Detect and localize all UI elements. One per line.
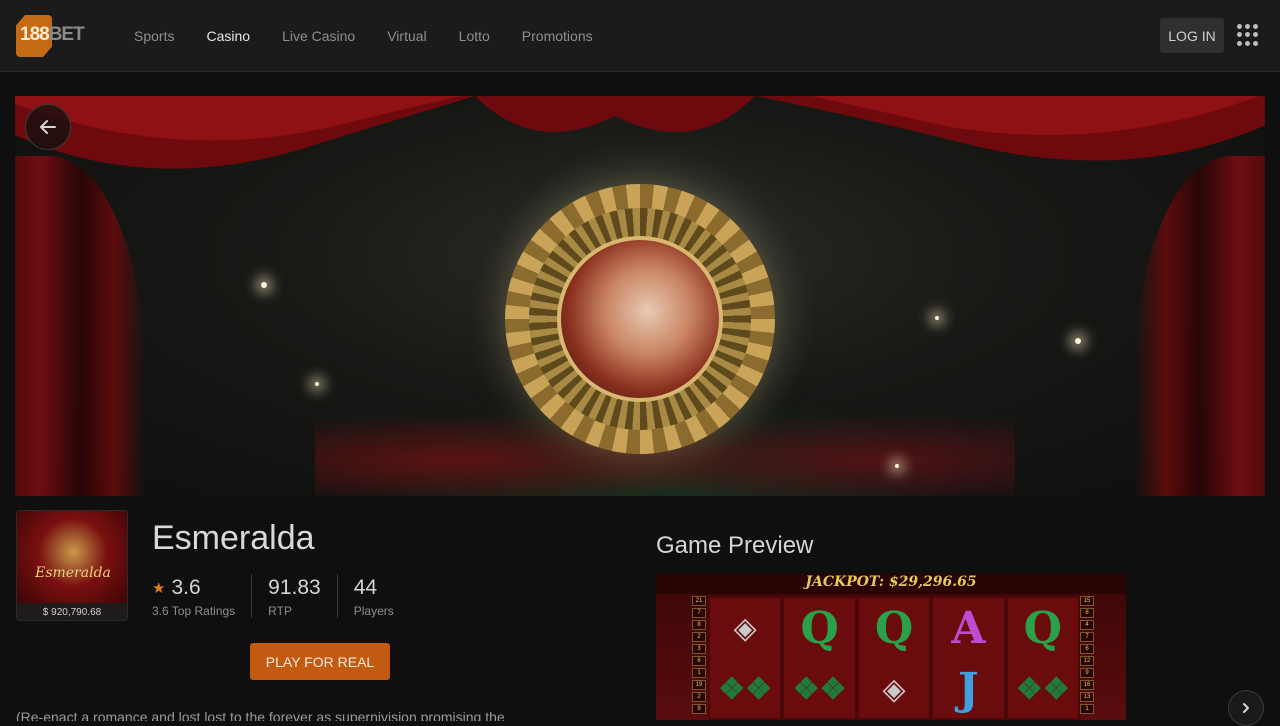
star-icon: ★	[152, 580, 166, 597]
nav-item-promotions[interactable]: Promotions	[506, 28, 609, 44]
medallion-image	[505, 184, 775, 454]
preview-jackpot: JACKPOT: $29,296.65	[656, 574, 1126, 594]
nav-item-casino[interactable]: Casino	[190, 28, 266, 44]
q-symbol: Q	[874, 603, 914, 654]
next-button[interactable]	[1228, 690, 1264, 726]
gem-symbol: ❖❖	[718, 672, 773, 707]
slot-reels: ◈ ❖❖ Q ❖❖ Q ◈ AJ Q ❖❖	[708, 596, 1080, 720]
chevron-right-icon	[1243, 703, 1249, 713]
back-button[interactable]	[25, 104, 71, 150]
a-symbol: A	[951, 603, 986, 654]
preview-heading: Game Preview	[656, 532, 814, 559]
login-button[interactable]: LOG IN	[1160, 18, 1224, 53]
play-for-real-button[interactable]: PLAY FOR REAL	[250, 643, 390, 680]
curtain-right-image	[1135, 156, 1265, 496]
players-label: Players	[353, 604, 394, 618]
brand-logo[interactable]: 188BET	[16, 15, 86, 57]
game-stats: ★ 3.6 3.6 Top Ratings 91.83 RTP 44 Player…	[152, 574, 410, 618]
game-title: Esmeralda	[152, 519, 315, 557]
nav-item-virtual[interactable]: Virtual	[371, 28, 442, 44]
gem-symbol: ❖❖	[1015, 672, 1070, 707]
q-symbol: Q	[800, 603, 839, 654]
jackpot-amount: $ 920,790.68	[17, 603, 127, 620]
q-symbol: Q	[1023, 603, 1062, 654]
logo-brand: BET	[48, 24, 85, 45]
players-stat: 44 Players	[336, 574, 410, 618]
necklace-symbol: ◈	[733, 611, 757, 646]
game-thumbnail[interactable]: Esmeralda $ 920,790.68	[16, 510, 128, 621]
nav-item-live-casino[interactable]: Live Casino	[266, 28, 371, 44]
curtain-left-image	[15, 156, 145, 496]
nav-item-sports[interactable]: Sports	[118, 28, 190, 44]
gem-symbol: ❖❖	[792, 672, 847, 707]
top-navigation-bar: 188BET Sports Casino Live Casino Virtual…	[0, 0, 1280, 72]
game-banner	[15, 96, 1265, 496]
rating-stat: ★ 3.6 3.6 Top Ratings	[152, 574, 251, 618]
portrait-image	[557, 236, 723, 402]
logo-number: 188	[20, 24, 50, 45]
rtp-stat: 91.83 RTP	[251, 574, 337, 618]
rating-label: 3.6 Top Ratings	[152, 604, 236, 618]
rtp-label: RTP	[268, 604, 292, 618]
arrow-left-icon	[40, 120, 56, 134]
j-symbol: J	[958, 664, 979, 715]
players-value: 44	[353, 576, 378, 599]
necklace-symbol: ◈	[882, 672, 906, 707]
game-preview-image[interactable]: JACKPOT: $29,296.65 21 7 8 2 3 6 1 19 2 9 15 8 4 7 6 1…	[656, 574, 1126, 720]
rating-value: 3.6	[171, 576, 201, 599]
rtp-value: 91.83	[268, 576, 321, 599]
thumbnail-title: Esmeralda	[35, 565, 111, 581]
main-nav: Sports Casino Live Casino Virtual Lotto …	[118, 0, 609, 72]
app-grid-icon[interactable]	[1237, 24, 1259, 46]
curtain-top-image	[15, 96, 1265, 169]
nav-item-lotto[interactable]: Lotto	[443, 28, 506, 44]
game-description: (Re-enact a romance and lost lost to the…	[16, 709, 505, 721]
